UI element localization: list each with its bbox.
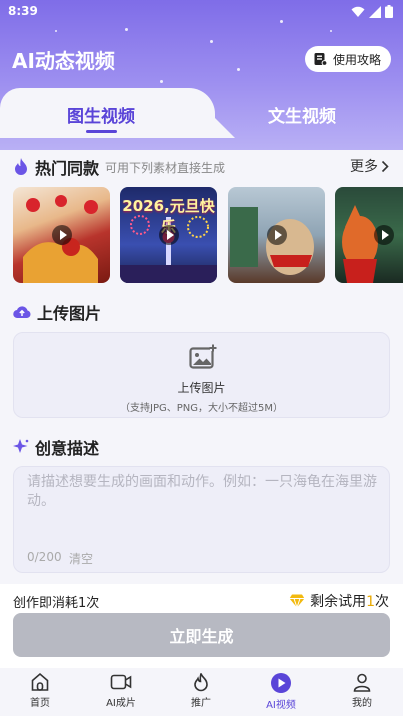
- clear-button[interactable]: 清空: [69, 550, 93, 567]
- add-image-icon: [189, 344, 217, 369]
- play-icon: [51, 225, 72, 245]
- nav-item-ai-clips[interactable]: AI成片: [91, 672, 151, 709]
- description-textarea[interactable]: 请描述想要生成的画面和动作。例如：一只海龟在海里游动。 0/200 清空: [13, 466, 390, 573]
- play-icon: [373, 225, 394, 245]
- signal-icon: [369, 5, 381, 18]
- bottom-nav: 首页 AI成片 推广 AI视频 我的: [0, 668, 403, 716]
- page-title: AI动态视频: [12, 49, 115, 73]
- chevron-right-icon: [381, 160, 389, 172]
- tab-text-to-video[interactable]: 文生视频: [268, 102, 336, 127]
- generate-panel: 创作即消耗1次 剩余试用1次 立即生成: [0, 584, 403, 668]
- more-link[interactable]: 更多: [350, 156, 389, 176]
- trial-count: 1: [366, 594, 375, 610]
- nav-label: AI成片: [106, 698, 136, 709]
- upload-dropzone[interactable]: 上传图片 （支持JPG、PNG，大小不超过5M）: [13, 332, 390, 418]
- upload-label: 上传图片: [177, 381, 226, 395]
- mode-tabs: 图生视频 文生视频: [0, 88, 403, 138]
- hot-section-title: 热门同款 可用下列素材直接生成: [13, 155, 225, 179]
- description-title: 创意描述: [35, 439, 100, 458]
- nav-label: 首页: [30, 698, 50, 709]
- nav-label: AI视频: [266, 700, 296, 711]
- user-icon: [353, 673, 371, 692]
- more-label: 更多: [350, 159, 378, 175]
- template-card[interactable]: [13, 187, 110, 283]
- video-camera-icon: [110, 674, 132, 690]
- play-icon: [158, 225, 179, 245]
- wifi-icon: [351, 6, 365, 17]
- upload-title: 上传图片: [37, 304, 102, 323]
- flame-outline-icon: [194, 673, 208, 692]
- battery-icon: [385, 5, 393, 18]
- home-icon: [31, 672, 49, 691]
- trial-remaining: 剩余试用1次: [289, 591, 389, 611]
- cloud-upload-icon: [13, 305, 31, 319]
- nav-item-ai-video[interactable]: AI视频: [251, 672, 311, 711]
- character-count: 0/200: [27, 550, 62, 564]
- description-placeholder: 请描述想要生成的画面和动作。例如：一只海龟在海里游动。: [27, 474, 377, 509]
- tab-image-to-video[interactable]: 图生视频: [67, 102, 135, 127]
- flame-icon: [13, 158, 29, 176]
- template-carousel: 2026,元旦快乐: [13, 187, 403, 283]
- play-icon: [266, 225, 287, 245]
- nav-item-home[interactable]: 首页: [10, 672, 70, 709]
- sparkle-icon: [13, 439, 29, 455]
- trial-prefix: 剩余试用: [310, 594, 367, 610]
- hot-subtitle: 可用下列素材直接生成: [105, 160, 226, 175]
- upload-hint: （支持JPG、PNG，大小不超过5M）: [120, 403, 283, 414]
- nav-label: 我的: [352, 698, 372, 709]
- template-card[interactable]: [335, 187, 403, 283]
- nav-item-promote[interactable]: 推广: [171, 672, 231, 709]
- guide-button[interactable]: 使用攻略: [304, 46, 391, 72]
- guide-book-icon: [314, 53, 327, 66]
- template-card[interactable]: [228, 187, 325, 283]
- nav-label: 推广: [191, 698, 211, 709]
- hot-title: 热门同款: [35, 159, 100, 178]
- diamond-icon: [289, 594, 305, 608]
- trial-suffix: 次: [375, 594, 389, 610]
- status-time: 8:39: [8, 4, 38, 18]
- nav-item-profile[interactable]: 我的: [332, 672, 392, 709]
- active-tab-indicator: [86, 130, 117, 133]
- generate-button[interactable]: 立即生成: [13, 613, 390, 657]
- status-icons: [351, 5, 393, 18]
- play-circle-icon: [271, 673, 291, 693]
- upload-section-title: 上传图片: [13, 300, 101, 324]
- status-bar: 8:39: [0, 0, 403, 24]
- description-section-title: 创意描述: [13, 435, 99, 459]
- cost-note: 创作即消耗1次: [13, 596, 100, 611]
- guide-label: 使用攻略: [332, 52, 381, 67]
- template-card[interactable]: 2026,元旦快乐: [120, 187, 217, 283]
